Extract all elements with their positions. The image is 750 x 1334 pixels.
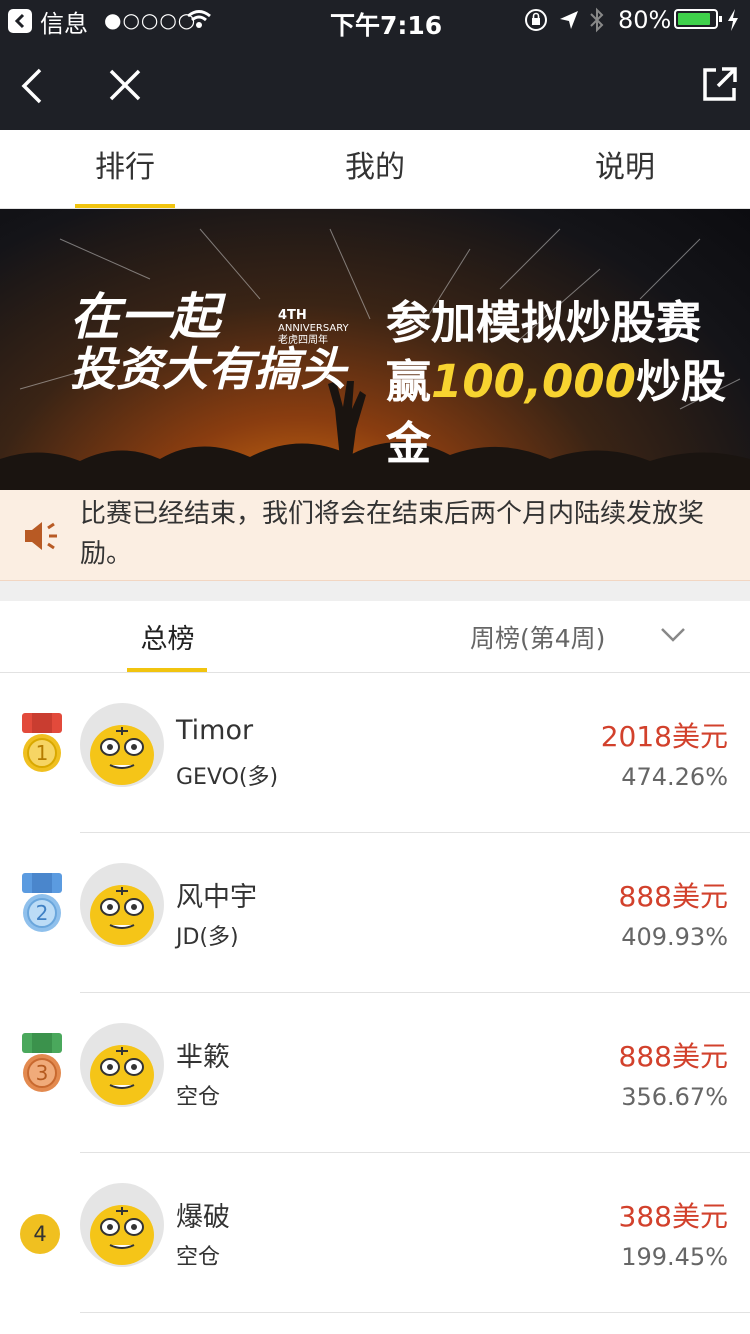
prize-amount: 2018美元 [600,720,728,753]
return-percentage: 356.67% [621,1083,728,1111]
battery-icon [674,9,722,29]
rank-number-badge: 4 [20,1214,60,1254]
location-icon [558,9,580,35]
notice-bar: 比赛已经结束，我们将会在结束后两个月内陆续发放奖励。 [0,490,750,581]
speaker-icon [22,518,62,558]
section-gap [0,581,750,601]
main-tabs: 排行 我的 说明 [0,130,750,209]
tab-ranking[interactable]: 排行 [0,130,250,208]
navigation-bar [0,40,750,130]
active-subtab-indicator [127,668,207,672]
user-name: 风中宇 [176,882,257,913]
signal-indicator: ●○○○○ [104,8,197,32]
position-holding: GEVO(多) [176,765,279,790]
silver-medal-icon: 2 [20,873,64,935]
anniversary-mark: 4TH ANNIVERSARY 老虎四周年 [278,308,349,347]
share-icon[interactable] [702,66,738,106]
avatar[interactable] [80,863,164,947]
wifi-icon [186,8,212,34]
back-app-icon [8,9,32,33]
banner-headline: 参加模拟炒股赛 赢100,000炒股金 [386,296,726,470]
avatar[interactable] [80,1183,164,1267]
prize-amount: 888美元 [618,880,728,913]
user-name: 爆破 [176,1202,230,1233]
back-to-app-button[interactable]: 信息 [8,8,88,38]
tab-weekly[interactable]: 周榜(第4周) [470,619,605,655]
avatar[interactable] [80,703,164,787]
tab-overall[interactable]: 总榜 [80,617,255,656]
avatar[interactable] [80,1023,164,1107]
promo-banner[interactable]: 在一起 投资大有搞头 4TH ANNIVERSARY 老虎四周年 参加模拟炒股赛… [0,209,750,490]
chevron-down-icon[interactable] [660,627,686,647]
bluetooth-icon [588,7,606,37]
leaderboard-tabs: 总榜 周榜(第4周) [0,601,750,673]
status-bar: 信息 ●○○○○ 下午7:16 80% [0,0,750,40]
orientation-lock-icon [524,8,548,36]
tab-mine[interactable]: 我的 [250,130,500,208]
clock: 下午7:16 [330,11,443,40]
charging-icon [726,8,740,36]
prize-amount: 888美元 [618,1040,728,1073]
tab-description[interactable]: 说明 [500,130,750,208]
active-tab-indicator [75,204,175,208]
close-icon[interactable] [108,68,142,106]
ranking-row[interactable]: 1 Timor GEVO(多) 2018美元 474.26% [0,673,750,833]
back-app-label: 信息 [40,9,88,38]
return-percentage: 409.93% [621,923,728,951]
gold-medal-icon: 1 [20,713,64,775]
position-holding: 空仓 [176,1245,221,1270]
return-percentage: 199.45% [621,1243,728,1271]
position-holding: JD(多) [176,925,239,950]
back-icon[interactable] [16,66,46,110]
ranking-row[interactable]: 2 风中宇 JD(多) 888美元 409.93% [0,833,750,993]
user-name: 芈簌 [176,1042,230,1073]
notice-text: 比赛已经结束，我们将会在结束后两个月内陆续发放奖励。 [80,499,705,569]
ranking-row[interactable]: 4 爆破 空仓 388美元 199.45% [0,1153,750,1313]
return-percentage: 474.26% [621,763,728,791]
prize-amount: 388美元 [618,1200,728,1233]
ranking-row[interactable]: 3 芈簌 空仓 888美元 356.67% [0,993,750,1153]
bronze-medal-icon: 3 [20,1033,64,1095]
divider [80,1312,750,1313]
battery-percent: 80% [618,6,672,34]
position-holding: 空仓 [176,1085,221,1110]
user-name: Timor [176,715,254,746]
